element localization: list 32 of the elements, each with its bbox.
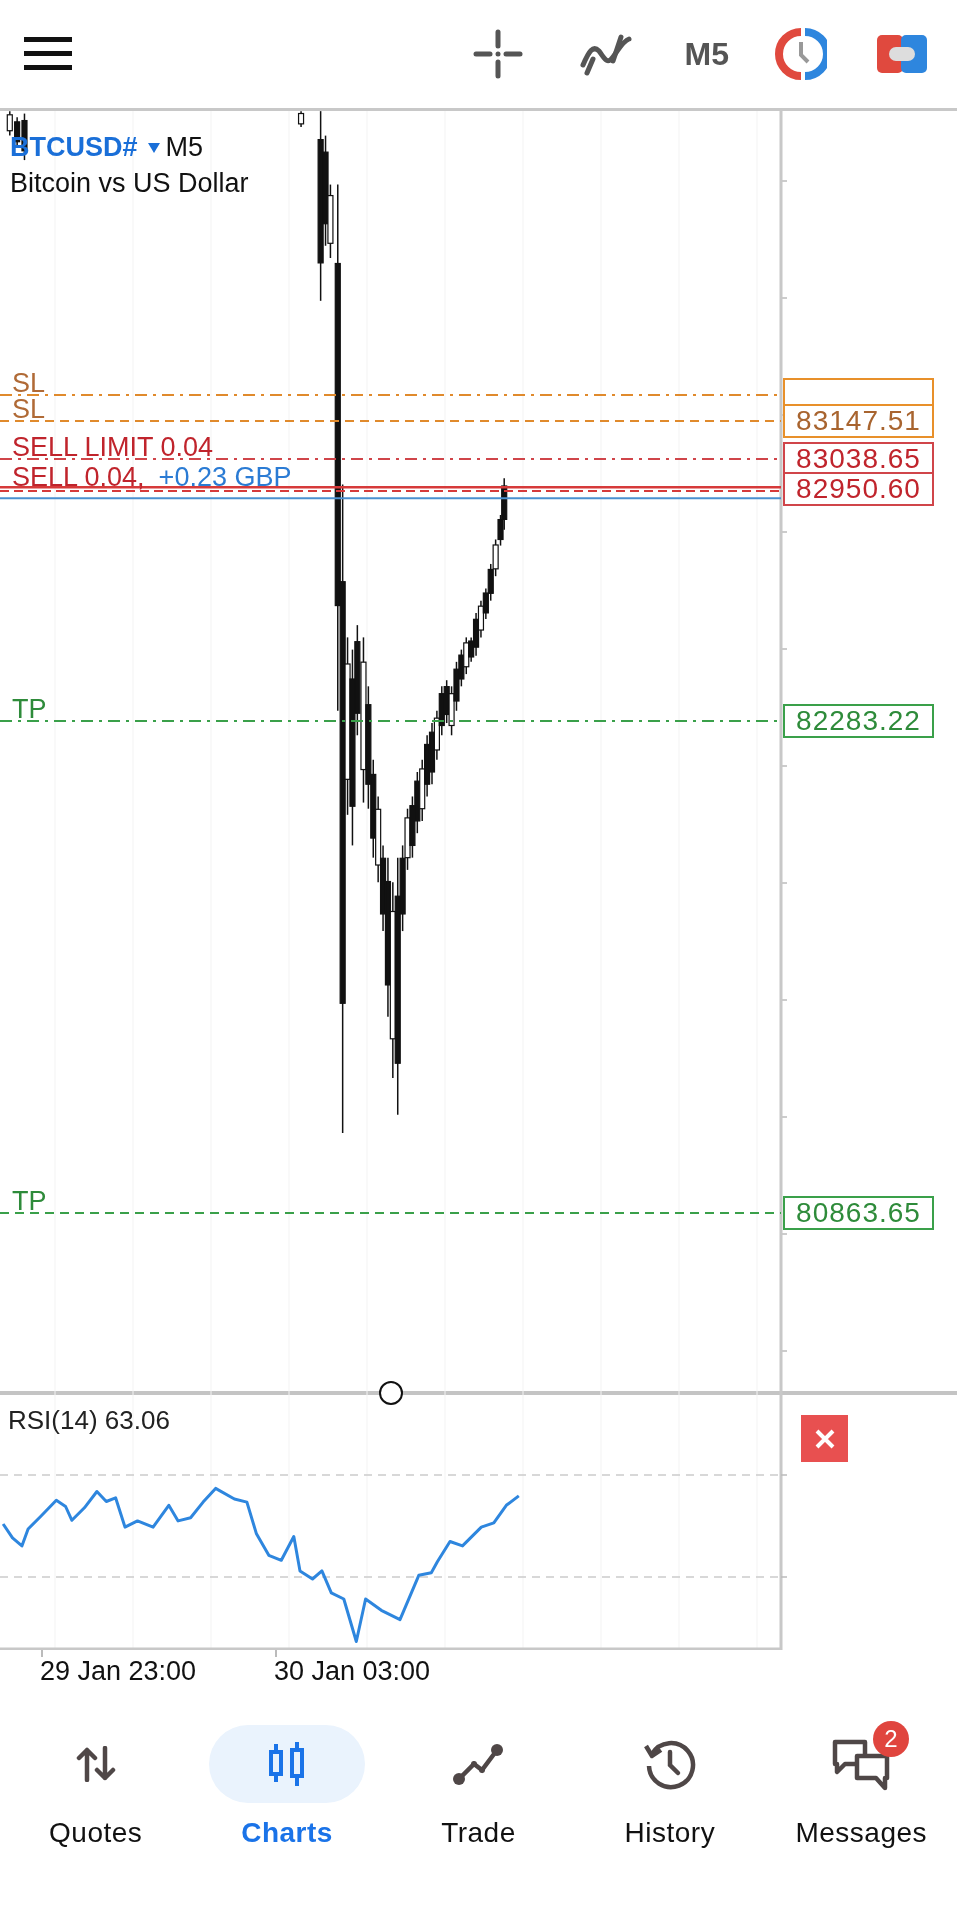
notification-badge: 2	[873, 1721, 910, 1757]
take-profit-label: TP	[12, 693, 47, 724]
nav-tab[interactable]: Trade	[388, 1725, 569, 1849]
order-label: SELL LIMIT 0.04	[12, 431, 214, 462]
price-tag: 82950.60	[783, 472, 934, 507]
time-label: 30 Jan 03:00	[274, 1656, 431, 1687]
nav-tab[interactable]: Quotes	[5, 1725, 186, 1849]
dropdown-icon[interactable]	[147, 143, 160, 153]
close-icon	[813, 1427, 836, 1450]
rsi-label: RSI(14) 63.06	[8, 1405, 170, 1436]
position-label: SELL 0.04,	[12, 462, 145, 493]
profit-label: +0.23 GBP	[158, 462, 292, 493]
resize-handle[interactable]	[379, 1381, 403, 1405]
price-tag: 80863.65	[783, 1196, 934, 1231]
time-label: 29 Jan 23:00	[40, 1656, 197, 1687]
crosshair-icon[interactable]	[472, 29, 523, 79]
timeframe-button[interactable]: M5	[680, 35, 733, 73]
history-icon	[643, 1738, 696, 1790]
up-down-arrows-icon	[75, 1746, 116, 1782]
take-profit-label: TP	[12, 1186, 47, 1217]
close-button[interactable]	[801, 1415, 848, 1462]
indicator-icon[interactable]	[578, 31, 633, 77]
timeframe-label: M5	[165, 132, 204, 162]
price-tag: 82283.22	[783, 703, 934, 738]
line-chart-icon	[452, 1742, 505, 1786]
menu-icon[interactable]	[24, 37, 72, 71]
clock-icon[interactable]	[775, 28, 827, 80]
candle	[297, 111, 305, 128]
price-tag: 83147.51	[783, 404, 934, 438]
nav-tab[interactable]: History	[579, 1725, 760, 1849]
symbol-description: Bitcoin vs US Dollar	[10, 167, 249, 200]
toggle-icon[interactable]	[877, 33, 927, 75]
